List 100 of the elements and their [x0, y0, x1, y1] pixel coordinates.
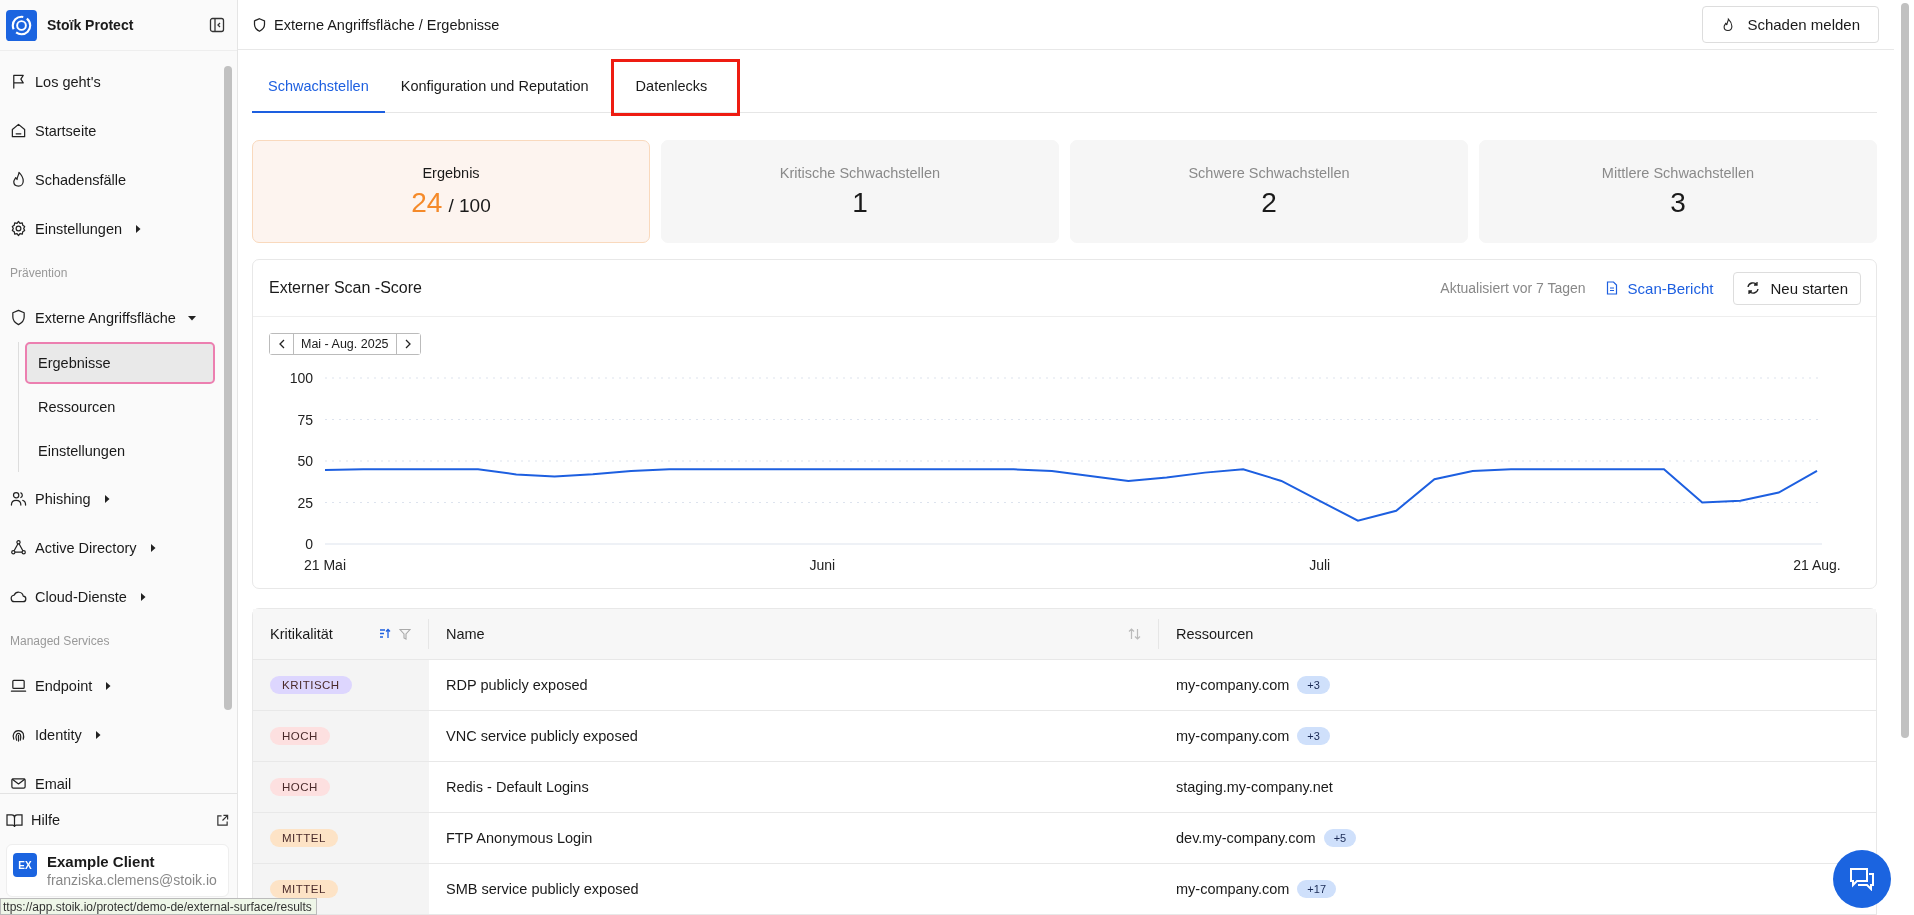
card-label: Kritische Schwachstellen	[779, 164, 941, 181]
y-tick-label: 25	[297, 494, 313, 511]
score-value: 24	[411, 186, 443, 218]
severity-badge: KRITISCH	[270, 676, 352, 694]
nav-item[interactable]: Endpoint	[10, 661, 215, 710]
sub-nav-item[interactable]: Einstellungen	[25, 430, 215, 472]
section-label: Prävention	[10, 265, 69, 282]
tab[interactable]: Schwachstellen	[252, 62, 385, 113]
shield-icon	[10, 309, 27, 326]
tab[interactable]: Datenlecks	[613, 62, 738, 113]
more-resources-badge[interactable]: +17	[1297, 880, 1336, 898]
section-label: Managed Services	[10, 633, 111, 650]
score-total: / 100	[448, 194, 491, 216]
more-resources-badge[interactable]: +5	[1323, 829, 1357, 847]
external-link-icon	[216, 813, 229, 827]
nav-item[interactable]: Externe Angriffsfläche	[10, 293, 215, 342]
more-resources-badge[interactable]: +3	[1297, 676, 1330, 694]
restart-button[interactable]: Neu starten	[1733, 271, 1861, 305]
avatar: EX	[13, 853, 37, 877]
collapse-sidebar-icon[interactable]	[209, 17, 225, 33]
card-value: 3	[1670, 186, 1686, 219]
scan-report-link[interactable]: Scan-Bericht	[1605, 279, 1714, 297]
brand-name: Stoïk Protect	[47, 17, 135, 33]
breadcrumb: Externe Angriffsfläche / Ergebnisse	[274, 16, 500, 33]
sort-icon[interactable]	[379, 628, 391, 639]
vulnerability-name: FTP Anonymous Login	[446, 830, 593, 846]
y-tick-label: 75	[297, 411, 313, 428]
fire-icon	[10, 171, 27, 188]
chart-title: Externer Scan -Score	[269, 279, 422, 297]
more-resources-badge[interactable]: +3	[1297, 727, 1330, 745]
resource-name: my-company.com	[1176, 677, 1290, 693]
chevron-right-icon	[404, 339, 413, 349]
x-tick-label: 21 Mai	[304, 557, 346, 573]
vulnerability-name: RDP publicly exposed	[446, 677, 588, 693]
triangle-icon	[10, 539, 27, 556]
refresh-icon	[1746, 281, 1761, 295]
tab[interactable]: Konfiguration und Reputation	[384, 62, 605, 113]
book-icon	[6, 812, 23, 828]
severity-badge: HOCH	[270, 778, 330, 796]
card-value: 1	[852, 186, 868, 219]
mail-icon	[10, 775, 27, 792]
home-icon	[10, 122, 27, 139]
resource-name: my-company.com	[1176, 881, 1290, 897]
nav-label: Active Directory	[35, 539, 137, 556]
nav-item[interactable]: Cloud-Dienste	[10, 572, 215, 621]
nav-item[interactable]: Email	[10, 759, 215, 793]
column-header: Name	[446, 626, 485, 642]
card-label: Ergebnis	[422, 164, 480, 181]
card-value: 2	[1261, 186, 1277, 219]
column-header: Ressourcen	[1176, 626, 1254, 642]
x-tick-label: Juli	[1309, 557, 1331, 573]
report-damage-button[interactable]: Schaden melden	[1702, 6, 1879, 43]
card-label: Mittlere Schwachstellen	[1601, 164, 1755, 181]
flag-icon	[10, 73, 27, 90]
card-label: Schwere Schwachstellen	[1188, 164, 1350, 181]
nav-label: Cloud-Dienste	[35, 588, 127, 605]
severity-badge: MITTEL	[270, 880, 338, 898]
column-header: Kritikalität	[270, 626, 333, 642]
sub-nav-item[interactable]: Ergebnisse	[25, 342, 215, 384]
y-tick-label: 100	[289, 370, 313, 386]
x-tick-label: 21 Aug.	[1793, 557, 1841, 573]
help-link[interactable]: Hilfe	[6, 806, 229, 844]
gear-icon	[10, 220, 27, 237]
account-email: franziska.clemens@stoik.io	[47, 872, 217, 888]
scrollbar[interactable]	[224, 66, 232, 710]
document-icon	[1605, 281, 1618, 295]
account-card[interactable]: EX Example Client franziska.clemens@stoik.io	[6, 844, 229, 897]
nav-label: Externe Angriffsfläche	[35, 309, 176, 326]
nav-item[interactable]: Los geht's	[10, 57, 215, 106]
filter-icon[interactable]	[399, 628, 411, 640]
nav-label: Email	[35, 775, 72, 792]
account-name: Example Client	[47, 853, 156, 870]
nav-item[interactable]: Startseite	[10, 106, 215, 155]
nav-label: Phishing	[35, 490, 91, 507]
y-tick-label: 50	[297, 453, 313, 469]
nav-item[interactable]: Einstellungen	[10, 204, 215, 253]
severity-badge: HOCH	[270, 727, 330, 745]
status-url: ttps://app.stoik.io/protect/demo-de/external-surface/results	[0, 898, 317, 915]
nav-item[interactable]: Active Directory	[10, 523, 215, 572]
nav-item[interactable]: Schadensfälle	[10, 155, 215, 204]
vulnerability-name: VNC service publicly exposed	[446, 728, 638, 744]
sub-nav-item[interactable]: Ressourcen	[25, 386, 215, 428]
chevron-left-icon	[277, 339, 286, 349]
people-icon	[10, 490, 27, 507]
nav-label: Startseite	[35, 122, 97, 139]
severity-badge: MITTEL	[270, 829, 338, 847]
nav-label: Endpoint	[35, 677, 93, 694]
resource-name: dev.my-company.com	[1176, 830, 1316, 846]
nav-item[interactable]: Phishing	[10, 474, 215, 523]
resource-name: staging.my-company.net	[1176, 779, 1333, 795]
chat-button[interactable]	[1833, 850, 1891, 908]
chat-icon	[1849, 867, 1875, 891]
resource-name: my-company.com	[1176, 728, 1290, 744]
logo-icon	[6, 9, 37, 41]
updated-text: Aktualisiert vor 7 Tagen	[1440, 280, 1586, 296]
shield-icon	[252, 16, 267, 33]
scrollbar[interactable]	[1901, 3, 1909, 738]
nav-label: Schadensfälle	[35, 171, 127, 188]
nav-item[interactable]: Identity	[10, 710, 215, 759]
period-label: Mai - Aug. 2025	[293, 334, 397, 354]
